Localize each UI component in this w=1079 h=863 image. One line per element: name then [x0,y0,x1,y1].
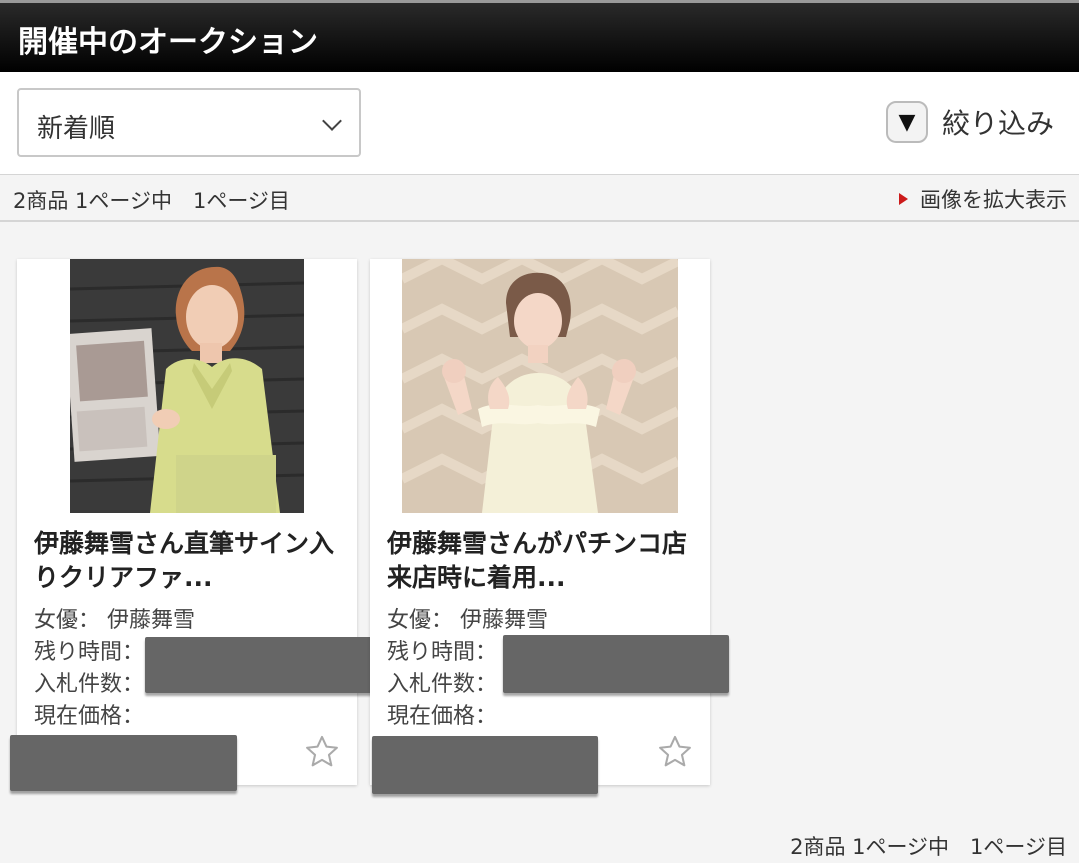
enlarge-image-label: 画像を拡大表示 [920,188,1067,212]
actress-name: 伊藤舞雪 [460,608,549,633]
sort-select-value: 新着順 [37,114,116,144]
actress-row: 女優： 伊藤舞雪 [387,605,548,637]
favorite-star-icon[interactable] [656,733,694,771]
auction-card[interactable]: 伊藤舞雪さん直筆サイン入りクリアファ... 女優： 伊藤舞雪 残り時間： 入札件… [10,259,373,791]
auction-card[interactable]: 伊藤舞雪さんがパチンコ店来店時に着用... 女優： 伊藤舞雪 残り時間： 入札件… [370,259,729,794]
actress-label: 女優： [34,608,101,633]
redacted-block [145,637,373,693]
page-header: 開催中のオークション [0,0,1079,72]
item-title[interactable]: 伊藤舞雪さん直筆サイン入りクリアファ... [34,527,344,595]
filter-button[interactable]: ▼ 絞り込み [885,100,1054,144]
current-price-label: 現在価格： [34,704,145,729]
actress-row: 女優： 伊藤舞雪 [34,605,195,637]
redacted-block [10,735,237,791]
favorite-star-icon[interactable] [303,733,341,771]
triangle-right-icon [899,193,908,205]
redacted-block [372,736,598,794]
sort-select[interactable]: 新着順 [17,88,361,157]
item-title[interactable]: 伊藤舞雪さんがパチンコ店来店時に着用... [387,527,697,595]
auction-list: 伊藤舞雪さん直筆サイン入りクリアファ... 女優： 伊藤舞雪 残り時間： 入札件… [0,222,1079,823]
pager-summary: 2商品 1ページ中 1ページ目 [13,189,290,213]
footer-pager-summary: 2商品 1ページ中 1ページ目 [790,835,1067,859]
pager-bar: 2商品 1ページ中 1ページ目 画像を拡大表示 [0,174,1079,222]
actress-label: 女優： [387,608,454,633]
product-image[interactable] [70,259,304,513]
enlarge-image-link[interactable]: 画像を拡大表示 [899,184,1067,214]
redacted-block [503,635,729,693]
filter-label: 絞り込み [941,107,1054,140]
controls-bar: 新着順 ▼ 絞り込み [0,72,1079,174]
chevron-down-icon [322,111,342,131]
current-price-label: 現在価格： [387,704,498,729]
product-image[interactable] [402,259,678,513]
actress-name: 伊藤舞雪 [107,608,196,633]
filter-toggle-icon: ▼ [885,101,928,143]
page-title: 開催中のオークション [18,25,318,60]
